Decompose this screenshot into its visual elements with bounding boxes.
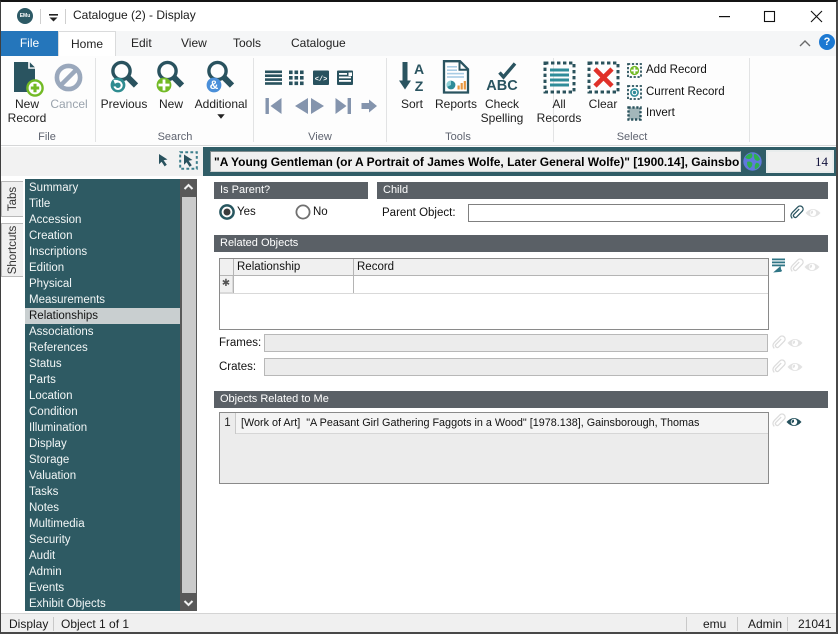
- svg-text:ABC: ABC: [486, 78, 518, 94]
- svg-text:&: &: [210, 78, 219, 92]
- svg-text:</>: </>: [315, 76, 328, 84]
- svg-text:Z: Z: [415, 78, 424, 93]
- svg-text:A: A: [414, 61, 424, 77]
